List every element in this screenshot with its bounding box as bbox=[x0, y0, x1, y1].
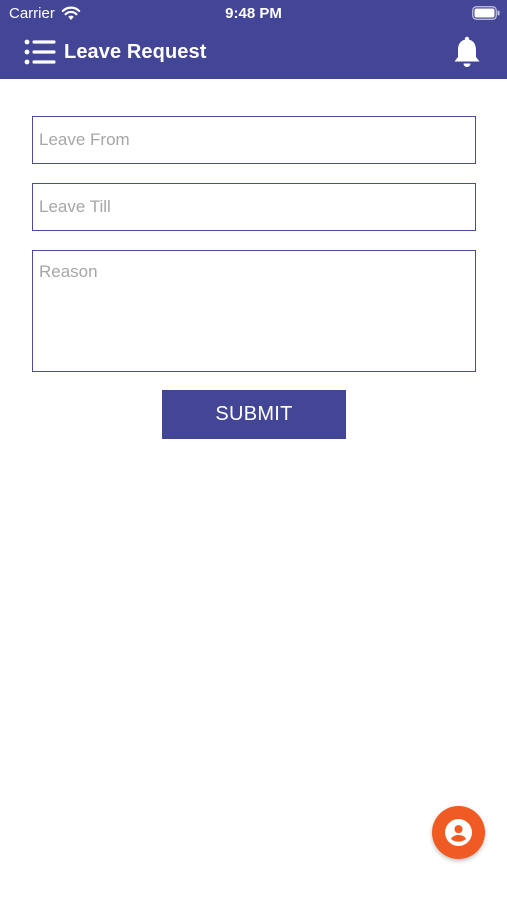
app-header: Carrier 9:48 PM Leave Request bbox=[0, 0, 507, 79]
nav-bar: Leave Request bbox=[0, 28, 507, 79]
page-title: Leave Request bbox=[64, 41, 207, 63]
profile-fab-button[interactable] bbox=[432, 806, 485, 859]
reason-textarea[interactable] bbox=[32, 250, 476, 372]
battery-icon bbox=[472, 6, 500, 20]
leave-from-input[interactable] bbox=[32, 116, 476, 164]
clock: 9:48 PM bbox=[225, 5, 282, 22]
leave-till-input[interactable] bbox=[32, 183, 476, 231]
menu-list-icon[interactable] bbox=[24, 39, 56, 65]
bell-icon[interactable] bbox=[453, 36, 481, 68]
status-bar: Carrier 9:48 PM bbox=[0, 0, 507, 28]
account-circle-icon bbox=[445, 819, 472, 846]
submit-button[interactable]: SUBMIT bbox=[162, 390, 346, 439]
